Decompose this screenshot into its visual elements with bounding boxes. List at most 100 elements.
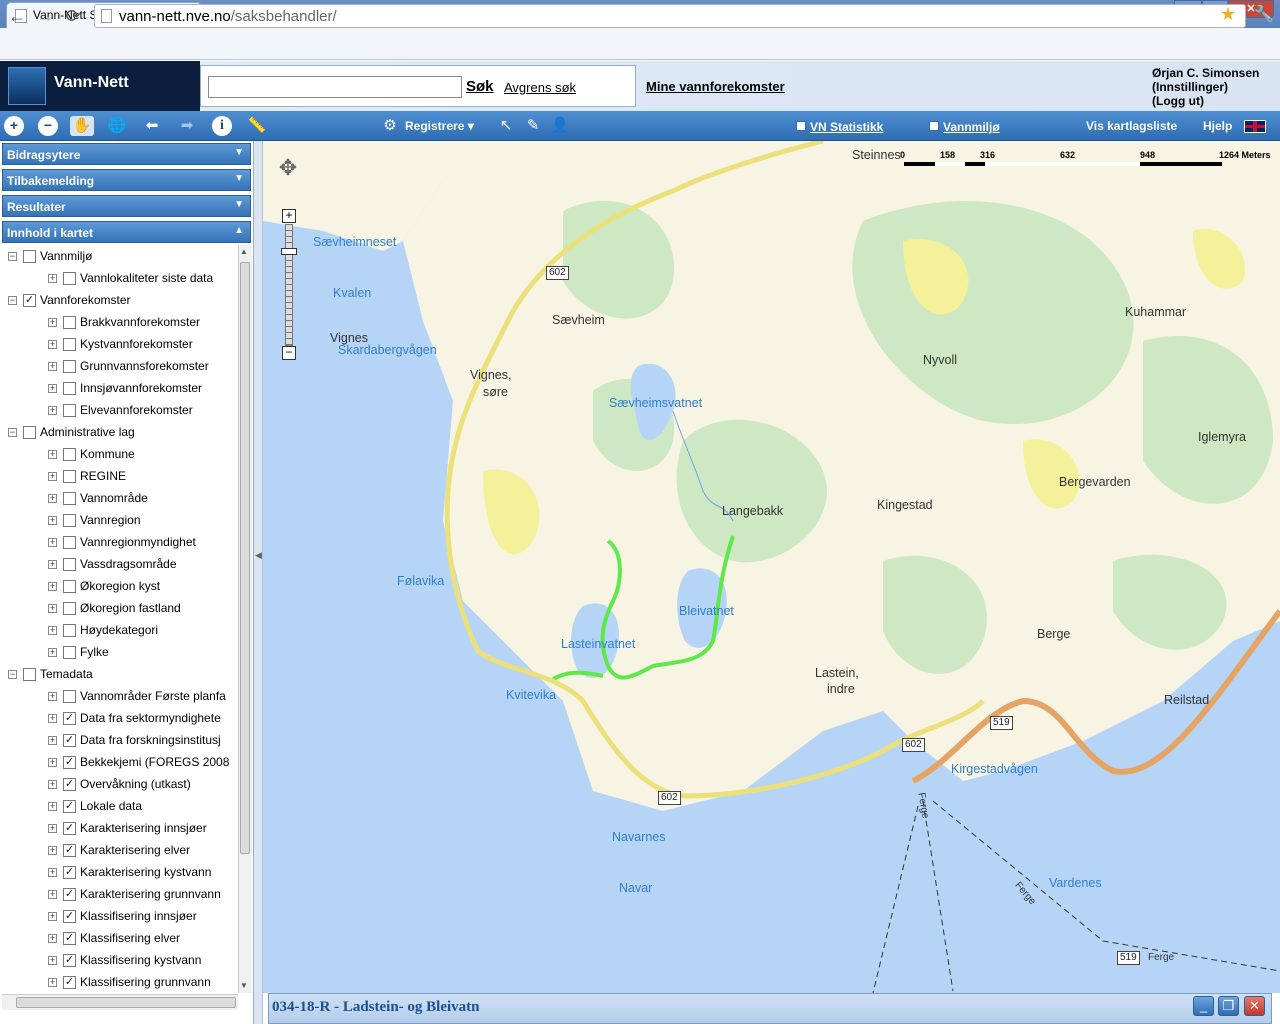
expand-icon[interactable]: +	[48, 978, 57, 988]
tree-item[interactable]: + Grunnvannsforekomster	[48, 355, 238, 377]
layer-checkbox[interactable]	[63, 536, 76, 550]
layer-checkbox[interactable]	[23, 426, 36, 440]
tree-item[interactable]: − ✓ Vannforekomster	[8, 289, 238, 311]
layer-checkbox[interactable]	[63, 690, 76, 704]
collapse-arrow-icon[interactable]: ◀	[255, 550, 262, 561]
panel-bidragsytere[interactable]: Bidragsytere ▼	[2, 143, 251, 165]
vannmiljo-link[interactable]: Vannmiljø	[943, 120, 1000, 134]
layer-checkbox[interactable]	[63, 470, 76, 484]
uk-flag-icon[interactable]	[1244, 120, 1266, 133]
expand-icon[interactable]: +	[48, 362, 57, 372]
expand-icon[interactable]: +	[48, 648, 57, 658]
layer-checkbox[interactable]: ✓	[63, 778, 76, 792]
tree-item[interactable]: + Elvevannforekomster	[48, 399, 238, 421]
previous-extent-icon[interactable]: ⬅	[142, 116, 162, 136]
expand-icon[interactable]: +	[48, 626, 57, 636]
select-cursor-icon[interactable]: ↖	[496, 116, 516, 136]
layer-checkbox[interactable]: ✓	[63, 866, 76, 880]
hscrollbar-thumb[interactable]	[16, 997, 236, 1008]
map-canvas[interactable]	[263, 141, 1280, 993]
layer-checkbox[interactable]	[63, 602, 76, 616]
expand-icon[interactable]: +	[48, 406, 57, 416]
tree-item[interactable]: + ✓ Klassifisering kystvann	[48, 949, 238, 971]
expand-icon[interactable]: +	[48, 340, 57, 350]
layer-checkbox[interactable]: ✓	[63, 954, 76, 968]
expand-icon[interactable]: +	[48, 934, 57, 944]
tree-item[interactable]: − Temadata	[8, 663, 238, 685]
registrere-menu[interactable]: Registrere ▾	[405, 119, 474, 133]
expand-icon[interactable]: +	[48, 450, 57, 460]
tree-item[interactable]: + ✓ Klassifisering innsjøer	[48, 905, 238, 927]
tree-item[interactable]: + Økoregion fastland	[48, 597, 238, 619]
logout-link[interactable]: (Logg ut)	[1152, 94, 1259, 108]
expand-icon[interactable]: +	[48, 802, 57, 812]
tree-item[interactable]: + ✓ Bekkekjemi (FOREGS 2008	[48, 751, 238, 773]
expand-icon[interactable]: +	[48, 604, 57, 614]
tree-item[interactable]: − Administrative lag	[8, 421, 238, 443]
scrollbar-thumb[interactable]	[240, 262, 250, 854]
layer-checkbox[interactable]: ✓	[63, 734, 76, 748]
tree-item[interactable]: + ✓ Overvåkning (utkast)	[48, 773, 238, 795]
forward-arrow-icon[interactable]: →	[34, 5, 56, 27]
pan-arrows-icon[interactable]: ✥	[266, 155, 310, 199]
expand-icon[interactable]: +	[48, 736, 57, 746]
layer-checkbox[interactable]: ✓	[63, 844, 76, 858]
layer-checkbox[interactable]: ✓	[23, 294, 36, 308]
tree-item[interactable]: + ✓ Data fra forskningsinstitusj	[48, 729, 238, 751]
tree-item[interactable]: + ✓ Klassifisering grunnvann	[48, 971, 238, 993]
expand-icon[interactable]: +	[48, 956, 57, 966]
vn-statistikk-link[interactable]: VN Statistikk	[810, 120, 883, 134]
search-button[interactable]: Søk	[466, 78, 494, 95]
layer-checkbox[interactable]	[63, 360, 76, 374]
expand-icon[interactable]: +	[48, 538, 57, 548]
zoom-slider-track[interactable]	[285, 224, 293, 346]
tree-item[interactable]: + ✓ Karakterisering elver	[48, 839, 238, 861]
expand-icon[interactable]: +	[48, 890, 57, 900]
layer-checkbox[interactable]	[63, 382, 76, 396]
layer-checkbox[interactable]	[63, 580, 76, 594]
tree-item[interactable]: + ✓ Karakterisering innsjøer	[48, 817, 238, 839]
layer-checkbox[interactable]	[63, 316, 76, 330]
tree-item[interactable]: + Innsjøvannforekomster	[48, 377, 238, 399]
zoom-slider-handle[interactable]	[281, 248, 297, 255]
info-icon[interactable]: i	[212, 116, 232, 136]
wrench-icon[interactable]: 🔧	[1254, 4, 1274, 24]
my-water-bodies-link[interactable]: Mine vannforekomster	[646, 79, 785, 94]
reload-icon[interactable]: ⟳	[62, 5, 84, 27]
layer-checkbox[interactable]: ✓	[63, 822, 76, 836]
expand-icon[interactable]: +	[48, 714, 57, 724]
tree-item[interactable]: + REGINE	[48, 465, 238, 487]
expand-icon[interactable]: +	[48, 318, 57, 328]
layer-checkbox[interactable]: ✓	[63, 932, 76, 946]
panel-restore-button[interactable]: ❐	[1218, 996, 1239, 1016]
measure-ruler-icon[interactable]: 📏	[247, 116, 267, 136]
expand-icon[interactable]: +	[48, 472, 57, 482]
tree-item[interactable]: + Høydekategori	[48, 619, 238, 641]
zoom-out-icon[interactable]: −	[38, 116, 58, 136]
collapse-icon[interactable]: −	[8, 296, 17, 306]
tree-item[interactable]: + ✓ Klassifisering elver	[48, 927, 238, 949]
layer-checkbox[interactable]: ✓	[63, 888, 76, 902]
layer-checkbox[interactable]	[63, 272, 76, 286]
layer-checkbox[interactable]	[63, 514, 76, 528]
layer-list-link[interactable]: Vis kartlagsliste	[1086, 119, 1177, 133]
expand-icon[interactable]: +	[48, 384, 57, 394]
layer-checkbox[interactable]	[63, 404, 76, 418]
expand-icon[interactable]: +	[48, 560, 57, 570]
scroll-up-icon[interactable]: ▲	[240, 247, 248, 256]
tree-item[interactable]: + Brakkvannforekomster	[48, 311, 238, 333]
zoom-in-icon[interactable]: +	[4, 116, 24, 136]
panel-tilbakemelding[interactable]: Tilbakemelding ▼	[2, 169, 251, 191]
expand-icon[interactable]: +	[48, 912, 57, 922]
tree-item[interactable]: − Vannmiljø	[8, 245, 238, 267]
zoom-out-button[interactable]: −	[282, 346, 296, 360]
bookmark-star-icon[interactable]: ★	[1220, 4, 1236, 25]
layer-checkbox[interactable]: ✓	[63, 712, 76, 726]
layer-checkbox[interactable]	[63, 558, 76, 572]
tree-item[interactable]: + Fylke	[48, 641, 238, 663]
settings-link[interactable]: (Innstillinger)	[1152, 80, 1259, 94]
expand-icon[interactable]: +	[48, 780, 57, 790]
pan-hand-icon[interactable]: ✋	[70, 116, 94, 136]
panel-innhold-i-kartet[interactable]: Innhold i kartet ▲	[2, 221, 251, 243]
tree-item[interactable]: + Vannregionmyndighet	[48, 531, 238, 553]
